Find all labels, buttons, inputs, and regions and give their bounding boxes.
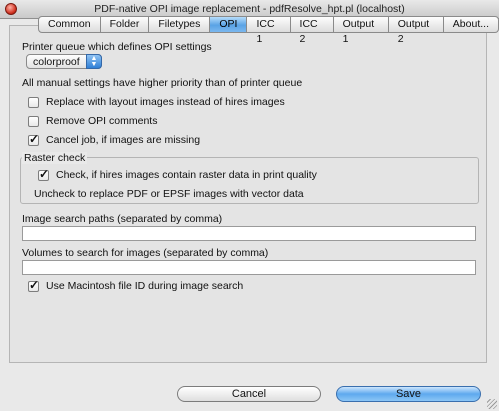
mac-file-id-checkbox[interactable]: ✓ — [28, 277, 40, 292]
cancel-button[interactable]: Cancel — [177, 386, 321, 402]
cancel-job-option[interactable]: ✓ Cancel job, if images are missing — [28, 131, 201, 147]
tab-bar: Common Folder Filetypes OPI ICC 1 ICC 2 … — [38, 16, 499, 45]
tab-about[interactable]: About... — [443, 16, 499, 33]
volumes-label: Volumes to search for images (separated … — [22, 247, 269, 259]
replace-layout-checkbox[interactable] — [28, 96, 39, 108]
tab-icc-2[interactable]: ICC 2 — [290, 16, 334, 45]
check-hires-checkbox[interactable]: ✓ — [38, 166, 50, 181]
tab-folder[interactable]: Folder — [100, 16, 150, 33]
replace-layout-label: Replace with layout images instead of hi… — [46, 96, 285, 108]
remove-comments-option[interactable]: Remove OPI comments — [28, 114, 157, 128]
tab-common[interactable]: Common — [38, 16, 101, 33]
popup-arrows-icon: ▲ ▼ — [86, 54, 102, 69]
checkmark-icon: ✓ — [29, 131, 40, 146]
resize-grip-icon[interactable] — [487, 399, 497, 409]
check-hires-label: Check, if hires images contain raster da… — [56, 169, 317, 181]
raster-check-note: Uncheck to replace PDF or EPSF images wi… — [34, 188, 304, 200]
remove-comments-label: Remove OPI comments — [46, 115, 158, 127]
cancel-job-label: Cancel job, if images are missing — [46, 134, 201, 146]
image-search-input[interactable] — [22, 226, 476, 241]
printer-queue-select[interactable]: colorproof ▲ ▼ — [26, 54, 102, 69]
window-title: PDF-native OPI image replacement - pdfRe… — [94, 3, 405, 15]
window: PDF-native OPI image replacement - pdfRe… — [0, 0, 499, 411]
printer-queue-value: colorproof — [33, 56, 80, 68]
tab-filetypes[interactable]: Filetypes — [149, 16, 211, 33]
mac-file-id-label: Use Macintosh file ID during image searc… — [46, 280, 244, 292]
image-search-label: Image search paths (separated by comma) — [22, 213, 223, 225]
priority-note: All manual settings have higher priority… — [22, 77, 303, 89]
save-button[interactable]: Save — [336, 386, 481, 402]
remove-comments-checkbox[interactable] — [28, 115, 39, 127]
tab-output-2[interactable]: Output 2 — [388, 16, 444, 45]
tab-output-1[interactable]: Output 1 — [333, 16, 389, 45]
mac-file-id-option[interactable]: ✓ Use Macintosh file ID during image sea… — [28, 277, 244, 293]
replace-layout-option[interactable]: Replace with layout images instead of hi… — [28, 95, 285, 109]
tab-icc-1[interactable]: ICC 1 — [247, 16, 291, 45]
check-hires-option[interactable]: ✓ Check, if hires images contain raster … — [38, 166, 317, 182]
tab-opi[interactable]: OPI — [210, 16, 248, 33]
printer-queue-label: Printer queue which defines OPI settings — [22, 41, 212, 53]
checkmark-icon: ✓ — [39, 166, 50, 181]
volumes-input[interactable] — [22, 260, 476, 275]
raster-check-title: Raster check — [22, 152, 88, 164]
cancel-job-checkbox[interactable]: ✓ — [28, 131, 40, 146]
checkmark-icon: ✓ — [29, 277, 40, 292]
